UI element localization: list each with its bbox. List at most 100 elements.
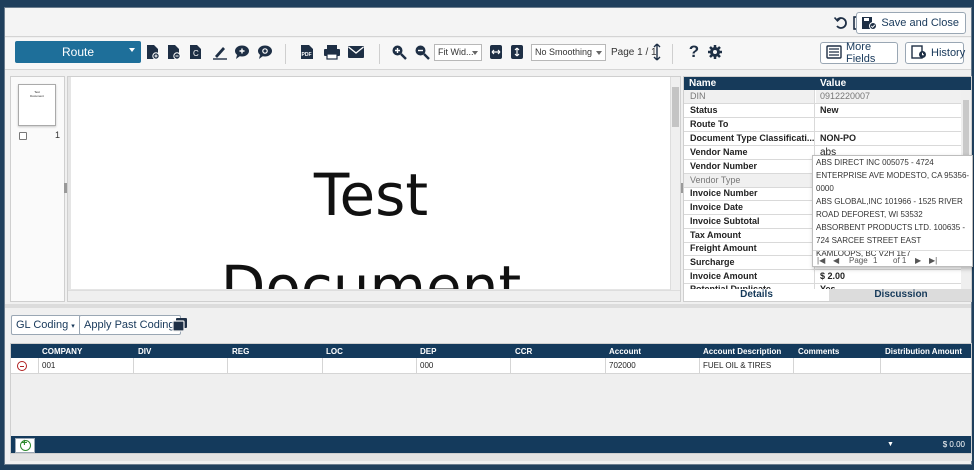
more-fields-label: More Fields <box>846 41 876 65</box>
grid-header-row: COMPANY DIV REG LOC DEP CCR Account Acco… <box>11 344 971 358</box>
table-row[interactable]: 001 000 702000 FUEL OIL & TIRES <box>11 358 971 374</box>
property-value[interactable]: New <box>816 104 962 117</box>
page-navigate-icon[interactable] <box>648 43 666 61</box>
distribution-total: $ 0.00 <box>942 440 965 449</box>
fit-height-icon[interactable] <box>508 43 526 61</box>
zoom-in-icon[interactable] <box>390 43 408 61</box>
svg-text:PDF: PDF <box>302 52 312 58</box>
property-name: Invoice Number <box>684 187 815 200</box>
zoom-out-icon[interactable] <box>413 43 431 61</box>
tab-discussion-label: Discussion <box>874 289 928 300</box>
property-name: Freight Amount <box>684 242 815 255</box>
grid-column-header: Account Description <box>703 347 782 356</box>
grid-cell[interactable] <box>794 358 881 374</box>
toolbar: Route C PDF Fit Wid... No Smoothing Page… <box>5 38 971 70</box>
help-icon[interactable]: ? <box>685 42 703 61</box>
viewer-horizontal-scrollbar[interactable] <box>68 290 680 301</box>
grid-cell[interactable]: 001 <box>39 358 134 374</box>
print-icon[interactable] <box>323 43 341 61</box>
pdf-icon[interactable]: PDF <box>298 43 316 61</box>
pager-page-input[interactable]: 1 <box>873 254 877 267</box>
gl-coding-dropdown[interactable]: GL Coding ▾ <box>11 315 81 335</box>
property-row-invoice-amount[interactable]: Invoice Amount $ 2.00 <box>684 270 962 284</box>
add-comment-icon[interactable] <box>233 43 251 61</box>
property-name: DIN <box>684 90 815 103</box>
grid-cell[interactable]: FUEL OIL & TIRES <box>700 358 794 374</box>
value-column-header: Value <box>820 78 847 89</box>
copy-coding-icon[interactable] <box>171 316 189 334</box>
grid-cell[interactable] <box>881 358 972 374</box>
properties-header: Name Value <box>684 77 971 90</box>
apply-past-coding-label: Apply Past Coding <box>84 319 175 331</box>
scrollbar-thumb[interactable] <box>672 87 679 127</box>
history-button[interactable]: History <box>905 42 965 64</box>
grid-cell[interactable] <box>511 358 606 374</box>
apply-past-coding-button[interactable]: Apply Past Coding <box>79 315 181 335</box>
app-window: Save and Close Route C PDF Fit Wid... No… <box>4 7 973 465</box>
gear-icon[interactable] <box>706 43 724 61</box>
route-button[interactable]: Route <box>15 41 141 63</box>
document-text-line: Test <box>313 161 429 229</box>
property-name: Route To <box>684 118 815 131</box>
toolbar-divider <box>672 44 673 64</box>
tab-details[interactable]: Details <box>684 289 829 301</box>
email-icon[interactable] <box>347 43 365 61</box>
previous-page-icon[interactable]: ◀ <box>833 254 839 267</box>
smoothing-select[interactable]: No Smoothing <box>531 44 606 61</box>
first-page-icon[interactable]: |◀ <box>817 254 825 267</box>
properties-tabs: Details Discussion <box>684 289 971 301</box>
grid-column-header: COMPANY <box>42 347 83 356</box>
grid-column-header: Account <box>609 347 641 356</box>
grid-cell[interactable]: 702000 <box>606 358 700 374</box>
vendor-suggestion-item[interactable]: ABS GLOBAL,INC 101966 - 1525 RIVER ROAD … <box>813 195 972 221</box>
page-thumbnail[interactable]: Test Document <box>18 84 56 126</box>
property-row-document-type[interactable]: Document Type Classificati... NON-PO <box>684 132 962 146</box>
last-page-icon[interactable]: ▶| <box>929 254 937 267</box>
add-document-icon[interactable] <box>144 43 162 61</box>
remove-row-icon[interactable] <box>17 361 27 371</box>
undo-icon[interactable] <box>832 14 850 32</box>
annotate-pen-icon[interactable] <box>211 43 229 61</box>
viewer-vertical-scrollbar[interactable] <box>670 77 680 291</box>
grid-horizontal-scrollbar[interactable] <box>10 453 972 461</box>
thumbnail-page-number: 1 <box>55 130 61 140</box>
property-value[interactable]: NON-PO <box>816 132 962 145</box>
tab-details-label: Details <box>740 289 773 300</box>
grid-cell[interactable] <box>134 358 228 374</box>
tab-discussion[interactable]: Discussion <box>829 289 971 301</box>
grid-cell[interactable] <box>228 358 323 374</box>
save-check-icon <box>861 16 878 30</box>
view-comments-icon[interactable] <box>256 43 274 61</box>
thumbnail-checkbox[interactable] <box>19 132 27 140</box>
gl-coding-label: GL Coding <box>16 319 69 331</box>
route-label: Route <box>61 45 95 59</box>
property-name: Tax Amount <box>684 229 815 242</box>
next-page-icon[interactable]: ▶ <box>915 254 921 267</box>
split-document-icon[interactable] <box>165 43 183 61</box>
horizontal-splitter[interactable] <box>5 304 971 308</box>
property-row-status[interactable]: Status New <box>684 104 962 118</box>
property-value[interactable]: $ 2.00 <box>816 270 962 283</box>
grid-cell[interactable] <box>323 358 417 374</box>
fit-width-icon[interactable] <box>487 43 505 61</box>
top-bar: Save and Close <box>5 8 971 37</box>
history-icon <box>911 44 927 62</box>
vendor-suggestions-dropdown: ABS DIRECT INC 005075 - 4724 ENTERPRISE … <box>812 155 973 267</box>
property-name: Status <box>684 104 815 117</box>
property-name: Invoice Amount <box>684 270 815 283</box>
grid-cell[interactable]: 000 <box>417 358 511 374</box>
more-fields-button[interactable]: More Fields <box>820 41 898 65</box>
property-row-route-to[interactable]: Route To <box>684 118 962 132</box>
add-row-icon[interactable] <box>15 438 35 453</box>
pager-label: Page <box>849 256 868 265</box>
copy-document-icon[interactable]: C <box>187 43 205 61</box>
chevron-down-icon[interactable]: ▼ <box>887 441 894 448</box>
chevron-down-icon <box>596 51 602 55</box>
property-value[interactable] <box>816 118 962 131</box>
vendor-suggestion-item[interactable]: ABS DIRECT INC 005075 - 4724 ENTERPRISE … <box>813 156 972 195</box>
zoom-mode-value: Fit Wid... <box>438 47 474 57</box>
save-and-close-button[interactable]: Save and Close <box>856 12 966 34</box>
dropdown-pager: |◀ ◀ Page 1 of 1 ▶ ▶| <box>813 250 972 266</box>
zoom-mode-select[interactable]: Fit Wid... <box>434 44 482 61</box>
row-action-cell <box>11 358 39 374</box>
